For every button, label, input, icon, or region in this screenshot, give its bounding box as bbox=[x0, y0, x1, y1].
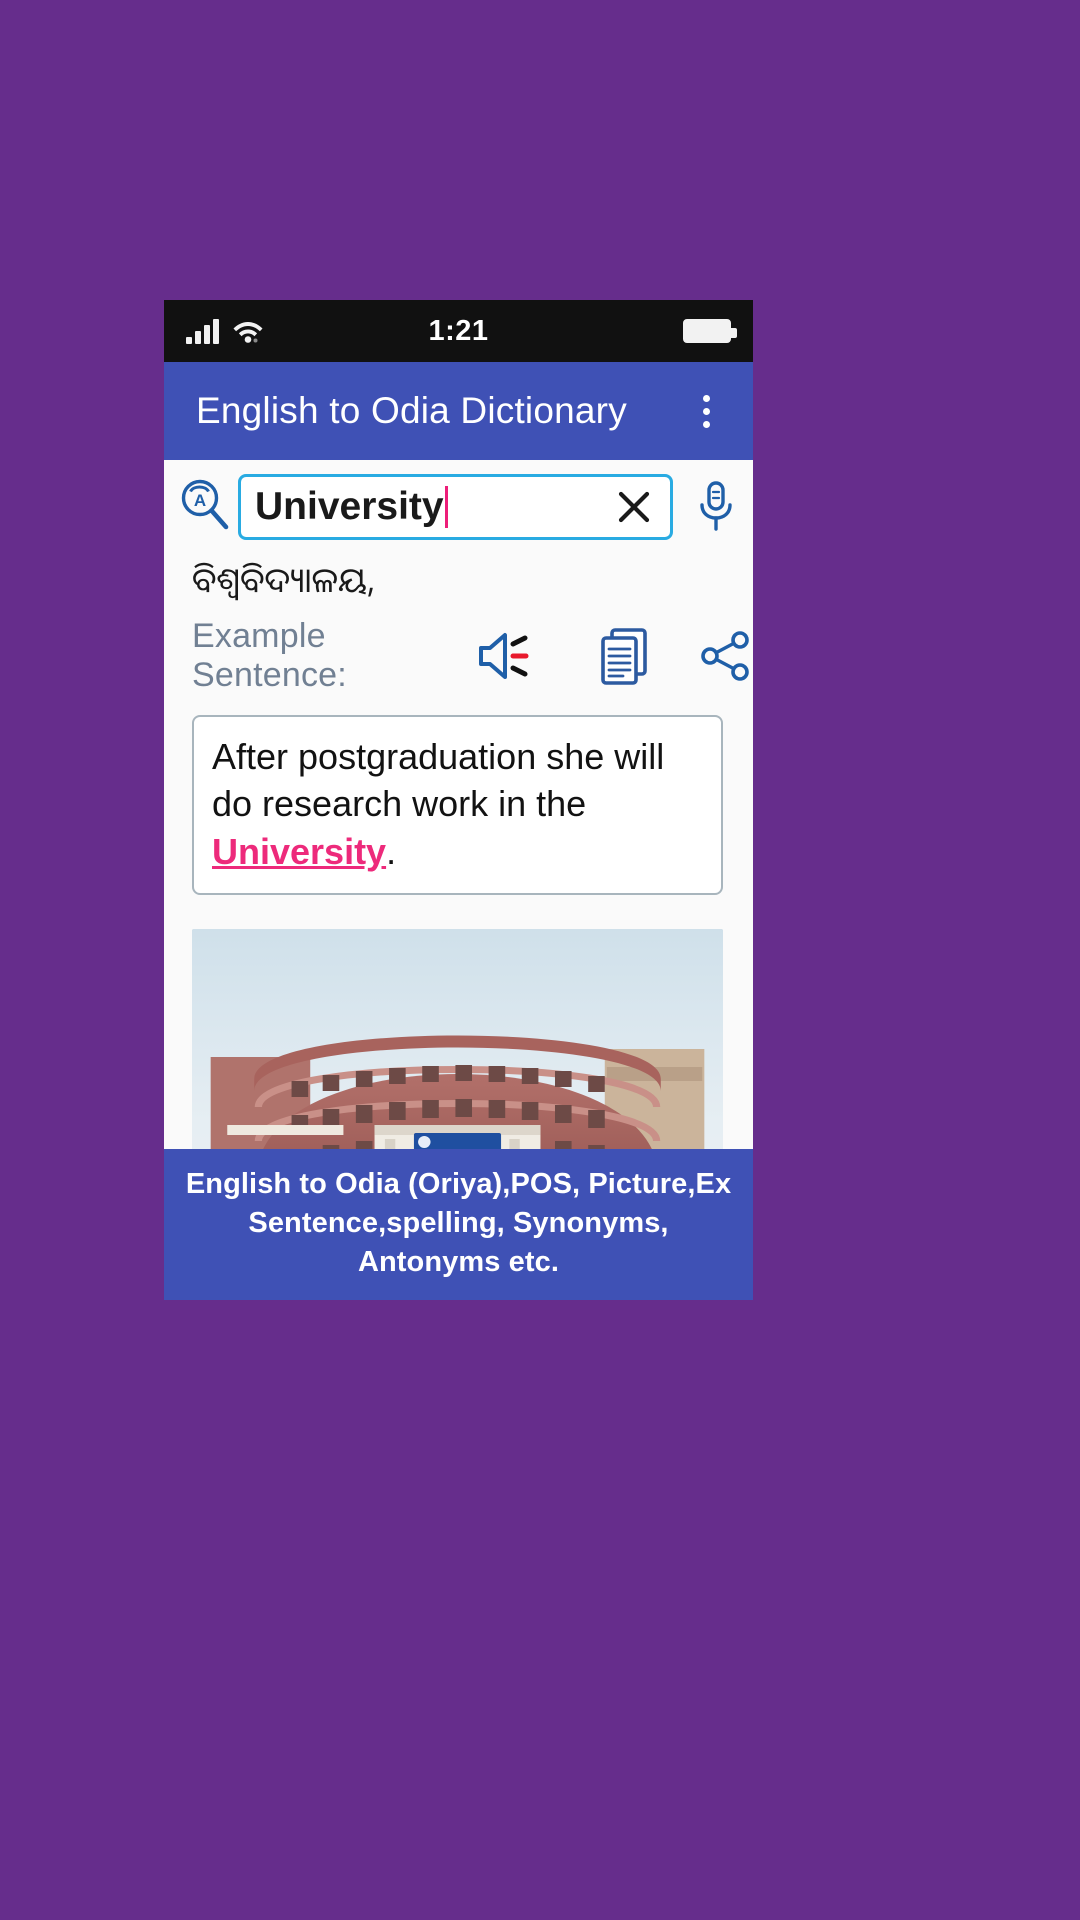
speaker-icon[interactable] bbox=[475, 629, 537, 683]
close-icon[interactable] bbox=[612, 485, 656, 529]
phone-screen: 1:21 English to Odia Dictionary A Univer bbox=[164, 300, 753, 1300]
app-bar: English to Odia Dictionary bbox=[164, 362, 753, 460]
example-sentence-text: After postgraduation she will do researc… bbox=[212, 733, 703, 876]
main-content: A University ବିଶ୍ୱବିଦ୍ୟାଳୟ, Example Sent… bbox=[164, 460, 753, 1149]
footer-line-2: Sentence,spelling, Synonyms, Antonyms et… bbox=[248, 1206, 669, 1278]
status-time: 1:21 bbox=[428, 315, 489, 347]
overflow-menu-icon[interactable] bbox=[683, 382, 729, 440]
university-building-illustration bbox=[192, 929, 723, 1149]
sentence-part-before: After postgraduation she will do researc… bbox=[212, 735, 665, 825]
footer-line-1: English to Odia (Oriya),POS, Picture,Ex bbox=[185, 1167, 732, 1200]
page-title: English to Odia Dictionary bbox=[196, 390, 627, 431]
svg-text:A: A bbox=[194, 491, 206, 510]
word-picture: Delhi University bbox=[192, 929, 723, 1149]
copy-icon[interactable] bbox=[595, 625, 655, 687]
example-sentence-label: Example Sentence: bbox=[192, 616, 347, 694]
share-icon[interactable] bbox=[699, 629, 753, 683]
status-bar-right bbox=[683, 319, 737, 343]
search-bar: A University bbox=[164, 474, 753, 540]
example-sentence-box: After postgraduation she will do researc… bbox=[192, 714, 723, 896]
odia-translation: ବିଶ୍ୱବିଦ୍ୟାଳୟ, bbox=[192, 556, 375, 602]
footer-banner: English to Odia (Oriya),POS, Picture,Ex … bbox=[164, 1148, 753, 1300]
battery-full-icon bbox=[683, 319, 737, 343]
search-input[interactable]: University bbox=[238, 474, 673, 540]
example-sentence-header: Example Sentence: bbox=[164, 601, 753, 695]
sentence-keyword: University bbox=[212, 830, 387, 872]
translate-search-icon[interactable]: A bbox=[176, 475, 232, 540]
microphone-icon[interactable] bbox=[693, 479, 739, 535]
sentence-part-after: . bbox=[386, 830, 397, 872]
text-caret bbox=[444, 486, 448, 528]
status-bar: 1:21 bbox=[164, 300, 753, 362]
search-input-value: University bbox=[255, 485, 444, 528]
